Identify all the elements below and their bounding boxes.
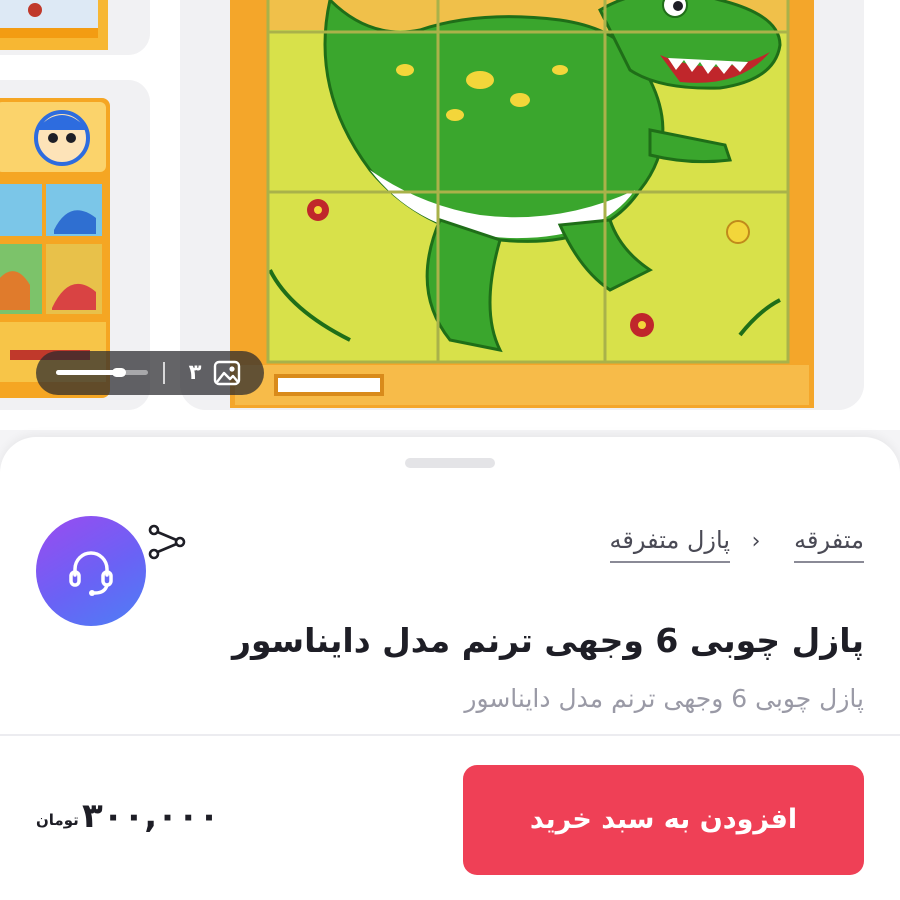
headset-icon — [69, 551, 113, 596]
main-product-image[interactable] — [180, 0, 864, 410]
breadcrumb-item-puzzle[interactable]: پازل متفرقه — [609, 523, 730, 563]
support-button[interactable] — [36, 516, 146, 626]
breadcrumb-item-misc[interactable]: متفرقه — [794, 523, 864, 563]
carousel-progress-knob — [112, 368, 126, 377]
image-count: ۳ — [188, 360, 202, 384]
product-gallery: ۳ — [0, 0, 900, 430]
share-icon[interactable] — [146, 524, 186, 564]
breadcrumb-separator: › — [751, 529, 761, 554]
product-title: پازل چوبی 6 وجهی ترنم مدل دایناسور — [231, 621, 864, 660]
sheet-drag-handle[interactable] — [405, 458, 495, 468]
gallery-thumbnail[interactable] — [0, 0, 150, 55]
counter-divider — [163, 362, 165, 384]
carousel-progress — [56, 368, 148, 377]
image-icon — [213, 360, 241, 386]
price-currency: تومان — [36, 811, 79, 829]
product-subtitle: پازل چوبی 6 وجهی ترنم مدل دایناسور — [464, 684, 864, 713]
add-to-cart-button[interactable]: افزودن به سبد خرید — [463, 765, 864, 875]
product-price: ۳۰۰,۰۰۰ — [82, 796, 220, 836]
thumbnail-image — [0, 0, 150, 55]
dinosaur-puzzle-image — [180, 0, 864, 410]
section-divider — [0, 734, 900, 736]
